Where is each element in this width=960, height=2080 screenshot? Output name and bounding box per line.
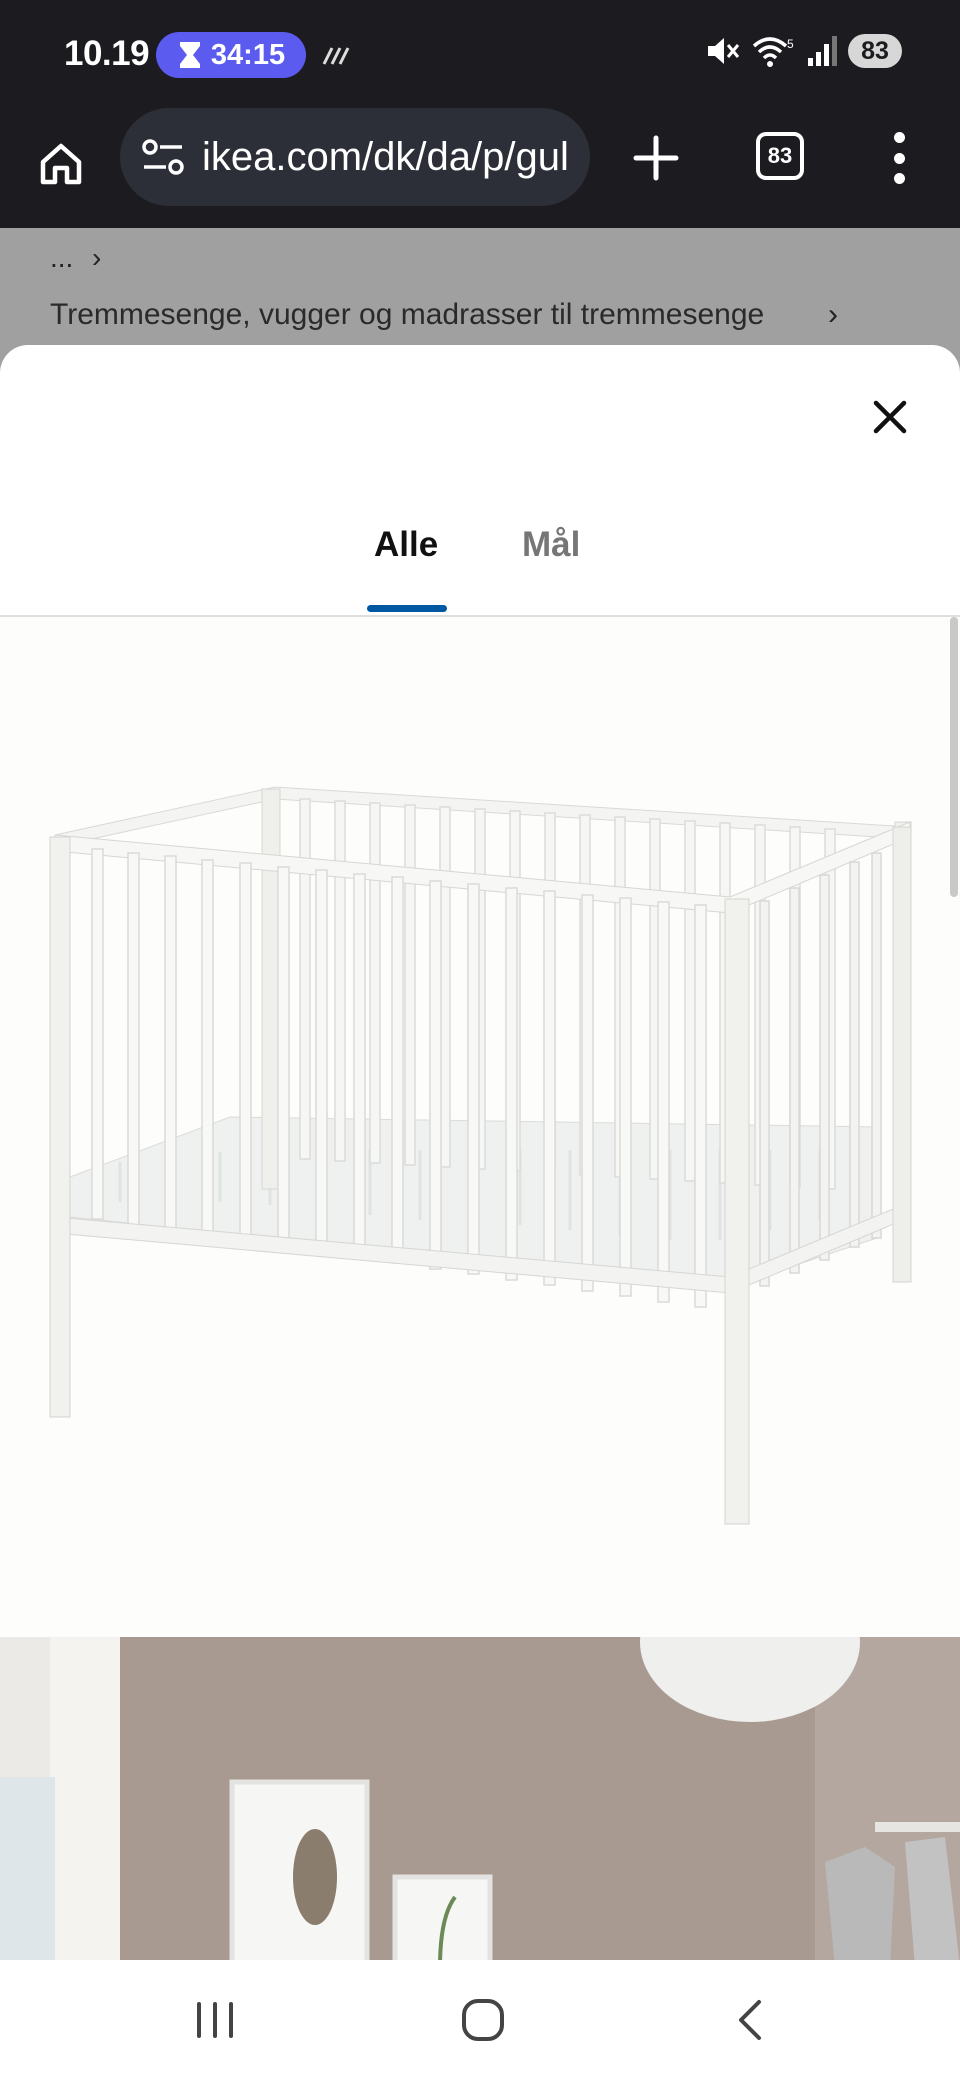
screen-time-chip[interactable]: 34:15 bbox=[156, 32, 306, 78]
home-button[interactable] bbox=[34, 130, 88, 198]
chevron-right-icon: › bbox=[92, 242, 102, 273]
status-bar: 10.19 34:15 5 83 bbox=[0, 0, 960, 108]
scrollbar[interactable] bbox=[950, 617, 958, 897]
address-bar[interactable]: ikea.com/dk/da/p/gul bbox=[120, 108, 590, 206]
new-tab-icon[interactable] bbox=[628, 130, 684, 186]
battery-indicator: 83 bbox=[848, 34, 902, 68]
chevron-right-icon: › bbox=[828, 298, 838, 331]
screen: 10.19 34:15 5 83 ikea.com/dk/da/p/gul 83… bbox=[0, 0, 960, 2080]
mute-icon bbox=[708, 38, 740, 64]
system-navigation-bar bbox=[0, 1960, 960, 2080]
image-gallery[interactable] bbox=[0, 617, 960, 1960]
signal-icon bbox=[808, 36, 837, 66]
gallery-tabs: Alle Mål bbox=[0, 345, 960, 617]
hourglass-icon bbox=[179, 42, 200, 68]
breadcrumb-more[interactable]: ... bbox=[50, 242, 73, 274]
recents-icon bbox=[197, 2002, 233, 2038]
url-text: ikea.com/dk/da/p/gul bbox=[202, 134, 569, 179]
tab-switcher-button[interactable]: 83 bbox=[756, 132, 804, 180]
svg-text:5: 5 bbox=[787, 37, 794, 51]
more-menu-icon[interactable] bbox=[884, 128, 914, 188]
home-circle-icon bbox=[462, 1999, 504, 2041]
home-nav-button[interactable] bbox=[448, 1988, 518, 2052]
back-chevron-icon bbox=[739, 2000, 761, 2040]
close-icon[interactable] bbox=[866, 393, 914, 441]
tab-dimensions[interactable]: Mål bbox=[522, 525, 580, 565]
back-button[interactable] bbox=[716, 1988, 786, 2052]
timer-text: 34:15 bbox=[210, 38, 286, 71]
clock: 10.19 bbox=[64, 34, 150, 73]
product-image-crib[interactable] bbox=[0, 617, 960, 1637]
site-settings-icon bbox=[142, 139, 184, 175]
product-image-room[interactable] bbox=[0, 1637, 960, 1960]
media-gallery-sheet: Alle Mål bbox=[0, 345, 960, 1960]
breadcrumb-category[interactable]: Tremmesenge, vugger og madrasser til tre… bbox=[50, 298, 764, 332]
data-saver-icon bbox=[322, 47, 350, 65]
wifi-icon: 5 bbox=[752, 37, 794, 67]
active-tab-indicator bbox=[367, 605, 447, 612]
home-icon bbox=[40, 143, 82, 185]
browser-toolbar: ikea.com/dk/da/p/gul 83 bbox=[0, 108, 960, 228]
status-icons: 5 83 bbox=[704, 34, 902, 68]
recent-apps-button[interactable] bbox=[180, 1988, 250, 2052]
tab-all[interactable]: Alle bbox=[374, 525, 438, 565]
